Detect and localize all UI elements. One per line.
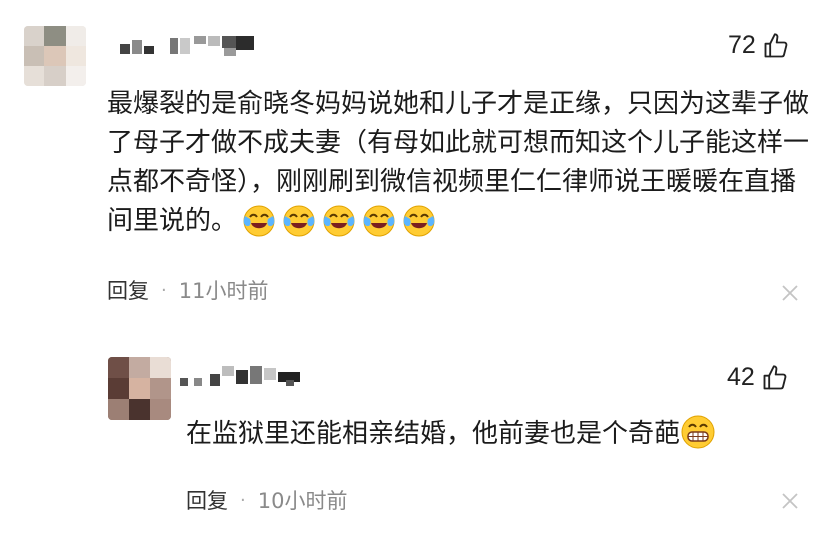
grinning-emoji-icon [681,415,715,449]
username-redacted[interactable] [180,366,305,388]
like-count: 72 [728,31,756,59]
thumbs-up-icon [761,364,789,392]
username-redacted[interactable] [120,36,260,58]
laughing-crying-emoji-icon [323,205,355,237]
meta-separator: · [240,489,246,511]
close-icon[interactable] [780,283,800,303]
comment-text: 在监狱里还能相亲结婚，他前妻也是个奇葩 [186,414,806,454]
comment-meta: 回复 · 10小时前 [186,485,347,515]
avatar[interactable] [24,26,86,86]
laughing-crying-emoji-icon [243,205,275,237]
reply-button[interactable]: 回复 [186,485,228,515]
like-count: 42 [727,363,755,391]
comment-meta: 回复 · 11小时前 [107,275,268,305]
laughing-crying-emoji-icon [403,205,435,237]
comment-text: 最爆裂的是俞晓冬妈妈说她和儿子才是正缘，只因为这辈子做了母子才做不成夫妻（有母如… [107,89,810,238]
close-icon[interactable] [780,491,800,511]
comment-time: 11小时前 [178,279,269,303]
meta-separator: · [161,279,167,301]
emoji-row [241,202,437,238]
thumbs-up-icon [762,32,790,60]
laughing-crying-emoji-icon [363,205,395,237]
like-button[interactable]: 72 [728,31,790,60]
comment-time: 10小时前 [257,489,348,513]
like-button[interactable]: 42 [727,363,789,392]
avatar[interactable] [108,357,171,420]
laughing-crying-emoji-icon [283,205,315,237]
reply-button[interactable]: 回复 [107,275,149,305]
